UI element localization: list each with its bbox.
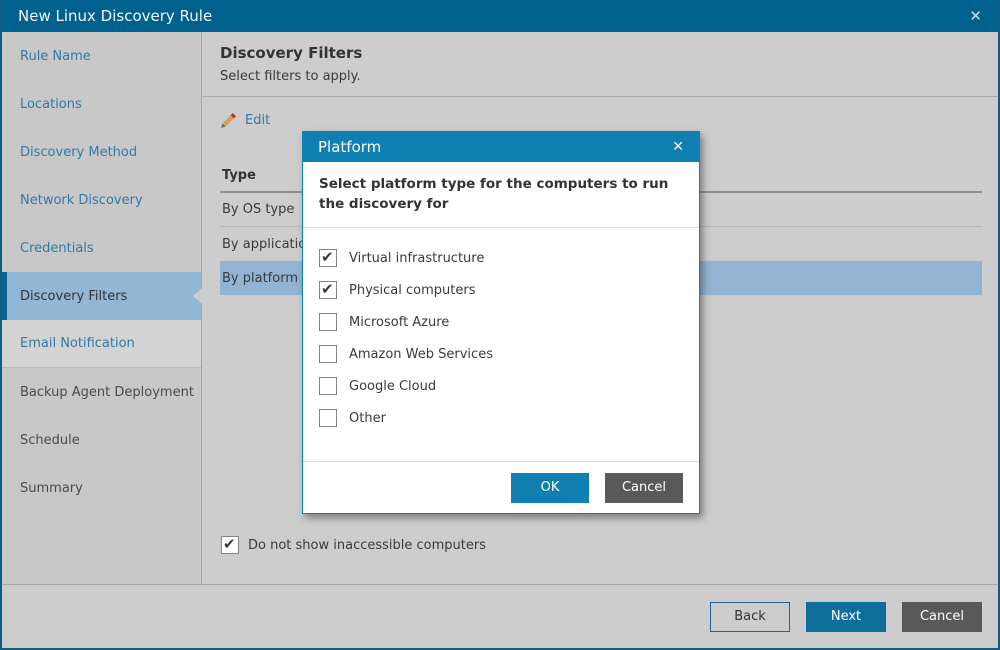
table-cell: By OS type — [222, 202, 294, 217]
option-microsoft-azure[interactable]: Microsoft Azure — [319, 306, 683, 338]
google-cloud-checkbox[interactable] — [319, 377, 337, 395]
page-title: Discovery Filters — [220, 44, 981, 62]
title-bar: New Linux Discovery Rule ✕ — [2, 0, 998, 32]
wizard-footer: Back Next Cancel — [2, 584, 998, 648]
sidebar-item-schedule: Schedule — [2, 416, 201, 464]
sidebar-item-label: Rule Name — [20, 49, 91, 64]
sidebar-item-label: Backup Agent Deployment — [20, 385, 194, 400]
option-label: Other — [349, 411, 386, 426]
option-virtual-infrastructure[interactable]: Virtual infrastructure — [319, 242, 683, 274]
sidebar-item-label: Network Discovery — [20, 193, 143, 208]
platform-dialog-footer: OK Cancel — [303, 461, 699, 513]
platform-options-list: Virtual infrastructure Physical computer… — [303, 228, 699, 461]
sidebar-item-label: Summary — [20, 481, 83, 496]
sidebar-item-label: Email Notification — [20, 336, 135, 351]
amazon-web-services-checkbox[interactable] — [319, 345, 337, 363]
pencil-icon — [220, 112, 237, 129]
platform-dialog-description: Select platform type for the computers t… — [303, 162, 699, 228]
option-google-cloud[interactable]: Google Cloud — [319, 370, 683, 402]
dialog-cancel-button[interactable]: Cancel — [605, 473, 683, 503]
edit-button[interactable]: Edit — [220, 112, 270, 129]
option-other[interactable]: Other — [319, 402, 683, 434]
platform-dialog-header: Platform ✕ — [303, 132, 699, 162]
back-button[interactable]: Back — [710, 602, 790, 632]
option-physical-computers[interactable]: Physical computers — [319, 274, 683, 306]
platform-dialog-title: Platform — [318, 138, 381, 156]
sidebar-item-discovery-method[interactable]: Discovery Method — [2, 128, 201, 176]
platform-dialog: Platform ✕ Select platform type for the … — [302, 131, 700, 514]
page-subtitle: Select filters to apply. — [220, 69, 981, 84]
option-label: Google Cloud — [349, 379, 436, 394]
window-close-icon[interactable]: ✕ — [969, 9, 982, 24]
wizard-window: New Linux Discovery Rule ✕ Rule Name Loc… — [0, 0, 1000, 650]
sidebar-item-locations[interactable]: Locations — [2, 80, 201, 128]
sidebar-item-label: Schedule — [20, 433, 80, 448]
microsoft-azure-checkbox[interactable] — [319, 313, 337, 331]
platform-dialog-close-icon[interactable]: ✕ — [672, 140, 684, 154]
sidebar-item-backup-agent-deployment: Backup Agent Deployment — [2, 368, 201, 416]
hide-inaccessible-label: Do not show inaccessible computers — [248, 538, 486, 553]
sidebar-item-label: Discovery Method — [20, 145, 137, 160]
sidebar-item-rule-name[interactable]: Rule Name — [2, 32, 201, 80]
hide-inaccessible-checkbox-row[interactable]: Do not show inaccessible computers — [221, 536, 486, 554]
content-header: Discovery Filters Select filters to appl… — [203, 32, 998, 97]
option-amazon-web-services[interactable]: Amazon Web Services — [319, 338, 683, 370]
sidebar-item-discovery-filters[interactable]: Discovery Filters — [2, 272, 201, 320]
option-label: Amazon Web Services — [349, 347, 493, 362]
option-label: Physical computers — [349, 283, 475, 298]
sidebar-item-label: Credentials — [20, 241, 94, 256]
sidebar-item-label: Locations — [20, 97, 82, 112]
sidebar-item-label: Discovery Filters — [20, 289, 127, 304]
sidebar-item-summary: Summary — [2, 464, 201, 512]
virtual-infrastructure-checkbox[interactable] — [319, 249, 337, 267]
table-cell: By platform — [222, 271, 298, 286]
hide-inaccessible-checkbox[interactable] — [221, 536, 239, 554]
wizard-steps-sidebar: Rule Name Locations Discovery Method Net… — [2, 32, 202, 584]
other-checkbox[interactable] — [319, 409, 337, 427]
window-title: New Linux Discovery Rule — [18, 7, 212, 25]
sidebar-item-email-notification[interactable]: Email Notification — [2, 320, 201, 368]
next-button[interactable]: Next — [806, 602, 886, 632]
table-cell: By application — [222, 237, 314, 252]
option-label: Microsoft Azure — [349, 315, 449, 330]
physical-computers-checkbox[interactable] — [319, 281, 337, 299]
option-label: Virtual infrastructure — [349, 251, 484, 266]
sidebar-item-credentials[interactable]: Credentials — [2, 224, 201, 272]
edit-button-label: Edit — [245, 113, 270, 128]
cancel-button[interactable]: Cancel — [902, 602, 982, 632]
ok-button[interactable]: OK — [511, 473, 589, 503]
sidebar-item-network-discovery[interactable]: Network Discovery — [2, 176, 201, 224]
